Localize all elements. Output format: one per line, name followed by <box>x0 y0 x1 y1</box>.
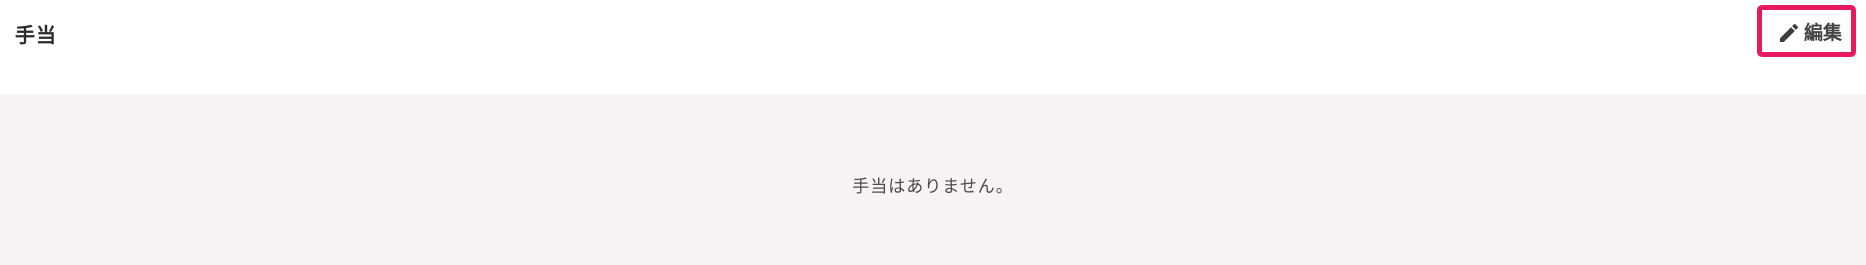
allowance-panel: 手当 編集 手当はありません。 <box>0 0 1866 265</box>
edit-button[interactable]: 編集 <box>1777 18 1842 48</box>
section-title: 手当 <box>15 23 57 47</box>
section-header: 手当 編集 <box>0 0 1866 94</box>
pencil-icon <box>1777 21 1801 45</box>
empty-state-area: 手当はありません。 <box>0 94 1866 265</box>
empty-state-message: 手当はありません。 <box>852 177 1014 197</box>
edit-button-label: 編集 <box>1804 22 1843 44</box>
